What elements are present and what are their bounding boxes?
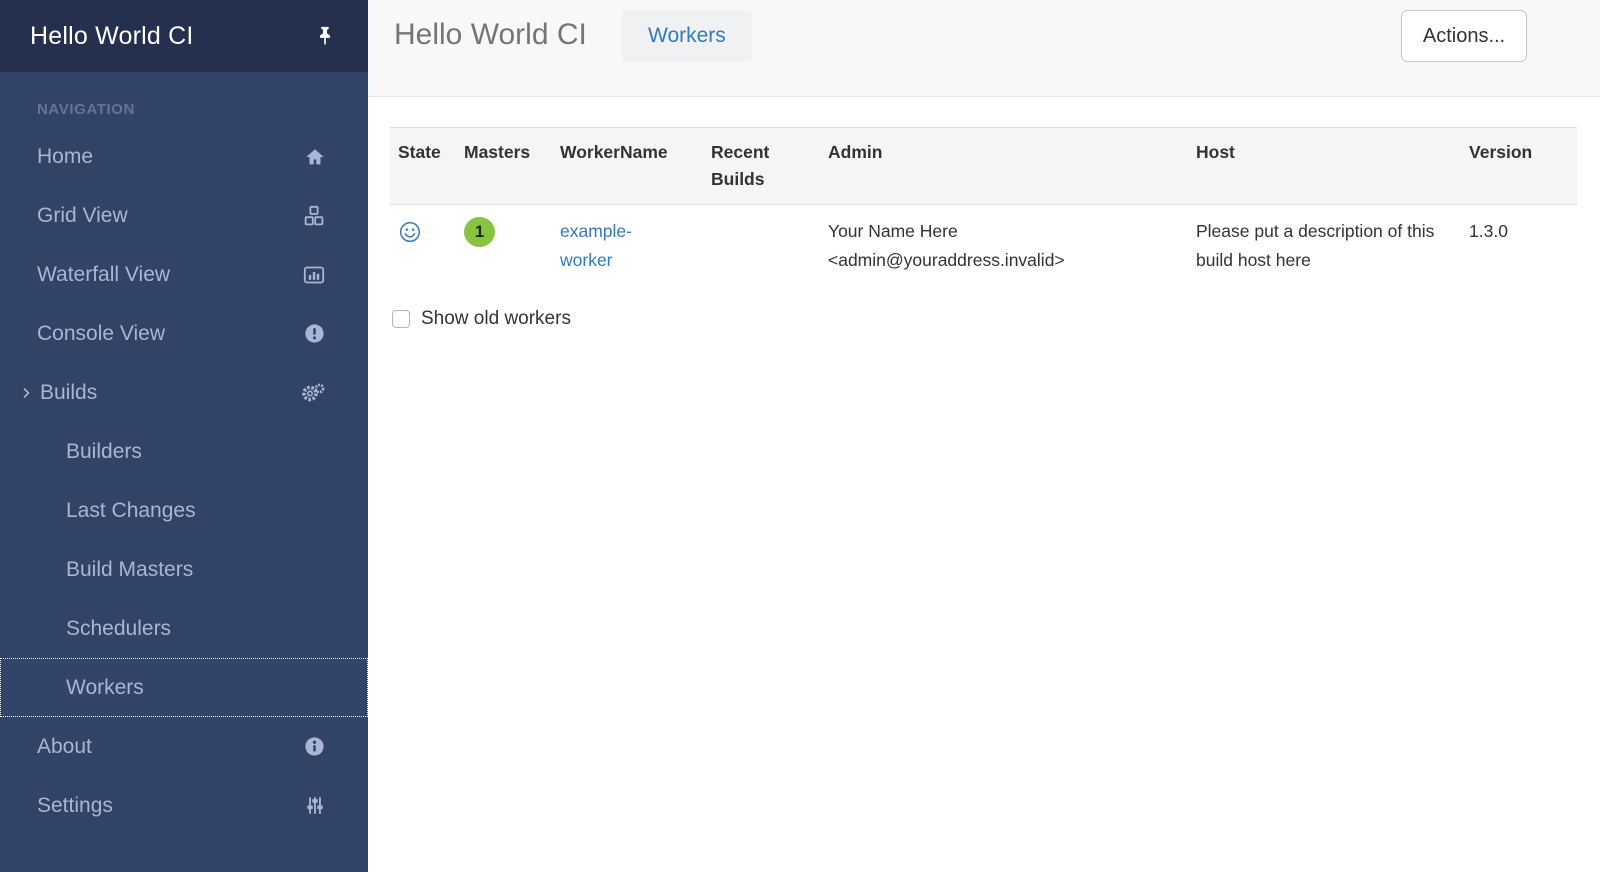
- nav-label: Settings: [37, 794, 113, 818]
- worker-recent-builds-cell: [703, 205, 820, 288]
- cubes-icon: [302, 204, 326, 228]
- bar-chart-icon: [302, 263, 326, 287]
- actions-button[interactable]: Actions...: [1401, 10, 1527, 62]
- nav-label: Waterfall View: [37, 263, 170, 287]
- exclamation-circle-icon: [303, 322, 326, 345]
- column-header-state: State: [390, 128, 456, 205]
- show-old-workers-label: Show old workers: [421, 308, 571, 330]
- sidebar-item-home[interactable]: Home: [0, 127, 368, 186]
- column-header-version: Version: [1461, 128, 1577, 205]
- nav-label: Builders: [66, 440, 142, 464]
- sidebar-nav: Home Grid View Waterfa: [0, 127, 368, 835]
- nav-label: Home: [37, 145, 93, 169]
- sidebar-item-grid-view[interactable]: Grid View: [0, 186, 368, 245]
- pin-sidebar-button[interactable]: [314, 25, 336, 47]
- column-header-workername: WorkerName: [552, 128, 703, 205]
- info-circle-icon: [303, 735, 326, 758]
- app-window: Hello World CI NAVIGATION Home: [0, 0, 1600, 872]
- sidebar-item-workers[interactable]: Workers: [0, 658, 368, 717]
- breadcrumb-workers[interactable]: Workers: [622, 10, 752, 62]
- nav-label: Build Masters: [66, 558, 193, 582]
- worker-host-cell: Please put a description of this build h…: [1188, 205, 1461, 288]
- masters-count-badge[interactable]: 1: [464, 217, 495, 247]
- worker-name-link[interactable]: example-worker: [560, 217, 656, 275]
- thumbtack-icon: [314, 25, 336, 47]
- sidebar-item-console-view[interactable]: Console View: [0, 304, 368, 363]
- home-icon: [304, 146, 326, 168]
- sidebar-item-waterfall-view[interactable]: Waterfall View: [0, 245, 368, 304]
- nav-label: Builds: [40, 381, 97, 405]
- sidebar-item-schedulers[interactable]: Schedulers: [0, 599, 368, 658]
- worker-name-cell: example-worker: [552, 205, 703, 288]
- nav-label: Grid View: [37, 204, 128, 228]
- sidebar-item-last-changes[interactable]: Last Changes: [0, 481, 368, 540]
- nav-label: About: [37, 735, 92, 759]
- column-header-host: Host: [1188, 128, 1461, 205]
- nav-label: Console View: [37, 322, 165, 346]
- sidebar-header: Hello World CI: [0, 0, 368, 72]
- sidebar-item-settings[interactable]: Settings: [0, 776, 368, 835]
- worker-masters-cell: 1: [456, 205, 552, 288]
- sliders-icon: [304, 794, 326, 817]
- worker-admin-cell: Your Name Here <admin@youraddress.invali…: [820, 205, 1188, 288]
- sidebar-item-builders[interactable]: Builders: [0, 422, 368, 481]
- worker-state-cell: [390, 205, 456, 288]
- show-old-workers-checkbox[interactable]: [392, 310, 410, 328]
- nav-label: Workers: [66, 676, 144, 700]
- nav-label: Last Changes: [66, 499, 196, 523]
- sidebar-item-build-masters[interactable]: Build Masters: [0, 540, 368, 599]
- workers-content: State Masters WorkerName Recent Builds A…: [368, 97, 1600, 330]
- cogs-icon: [300, 381, 326, 405]
- sidebar-app-title: Hello World CI: [30, 22, 194, 51]
- sidebar: Hello World CI NAVIGATION Home: [0, 0, 368, 872]
- sidebar-builds-submenu: Builders Last Changes Build Masters Sche…: [0, 422, 368, 717]
- smile-icon: [398, 220, 422, 244]
- column-header-admin: Admin: [820, 128, 1188, 205]
- table-header-row: State Masters WorkerName Recent Builds A…: [390, 128, 1577, 205]
- chevron-right-icon: [20, 386, 32, 400]
- workers-table: State Masters WorkerName Recent Builds A…: [390, 127, 1577, 287]
- page-header: Hello World CI Workers Actions...: [368, 0, 1600, 97]
- sidebar-item-builds[interactable]: Builds: [0, 363, 368, 422]
- main-area: Hello World CI Workers Actions... State …: [368, 0, 1600, 872]
- nav-section-label: NAVIGATION: [0, 72, 368, 127]
- column-header-masters: Masters: [456, 128, 552, 205]
- sidebar-item-about[interactable]: About: [0, 717, 368, 776]
- worker-version-cell: 1.3.0: [1461, 205, 1577, 288]
- column-header-recent-builds: Recent Builds: [703, 128, 820, 205]
- nav-label: Schedulers: [66, 617, 171, 641]
- page-title: Hello World CI: [394, 18, 587, 52]
- table-row: 1 example-worker Your Name Here <admin@y…: [390, 205, 1577, 288]
- show-old-workers-row: Show old workers: [392, 308, 1577, 330]
